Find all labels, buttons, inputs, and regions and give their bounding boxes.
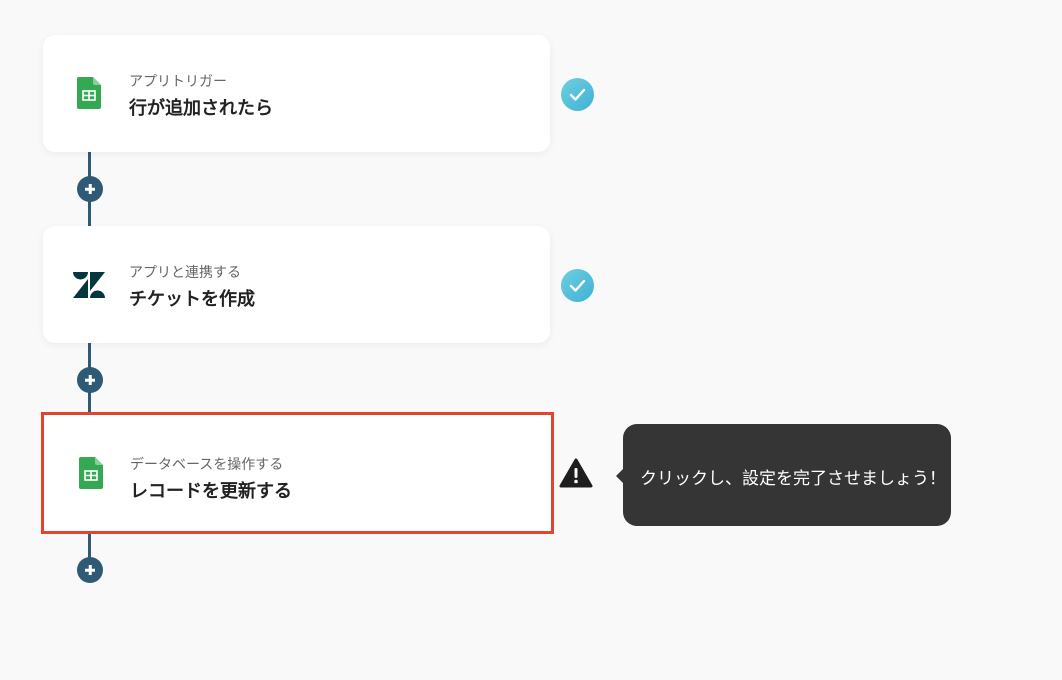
completed-check-icon bbox=[561, 78, 594, 111]
step-title: レコードを更新する bbox=[130, 481, 292, 502]
step-category-label: アプリトリガー bbox=[129, 74, 227, 90]
step-category-label: データベースを操作する bbox=[130, 457, 284, 473]
step-category-label: アプリと連携する bbox=[129, 265, 241, 281]
add-step-button[interactable] bbox=[77, 176, 103, 202]
add-step-button[interactable] bbox=[77, 557, 103, 583]
step-title: 行が追加されたら bbox=[129, 98, 273, 119]
warning-icon bbox=[559, 458, 593, 488]
step-title: チケットを作成 bbox=[129, 289, 255, 310]
step-card-update-record[interactable]: データベースを操作する レコードを更新する bbox=[41, 412, 554, 534]
step-card-zendesk[interactable]: アプリと連携する チケットを作成 bbox=[43, 226, 550, 343]
tooltip-text: クリックし、設定を完了させましょう！ bbox=[640, 469, 946, 489]
google-sheets-icon bbox=[75, 457, 107, 491]
completed-check-icon bbox=[561, 269, 594, 302]
setup-tooltip: クリックし、設定を完了させましょう！ bbox=[616, 424, 951, 526]
add-step-button[interactable] bbox=[77, 367, 103, 393]
step-card-trigger[interactable]: アプリトリガー 行が追加されたら bbox=[43, 35, 550, 152]
zendesk-icon bbox=[73, 268, 105, 302]
google-sheets-icon bbox=[73, 77, 105, 111]
